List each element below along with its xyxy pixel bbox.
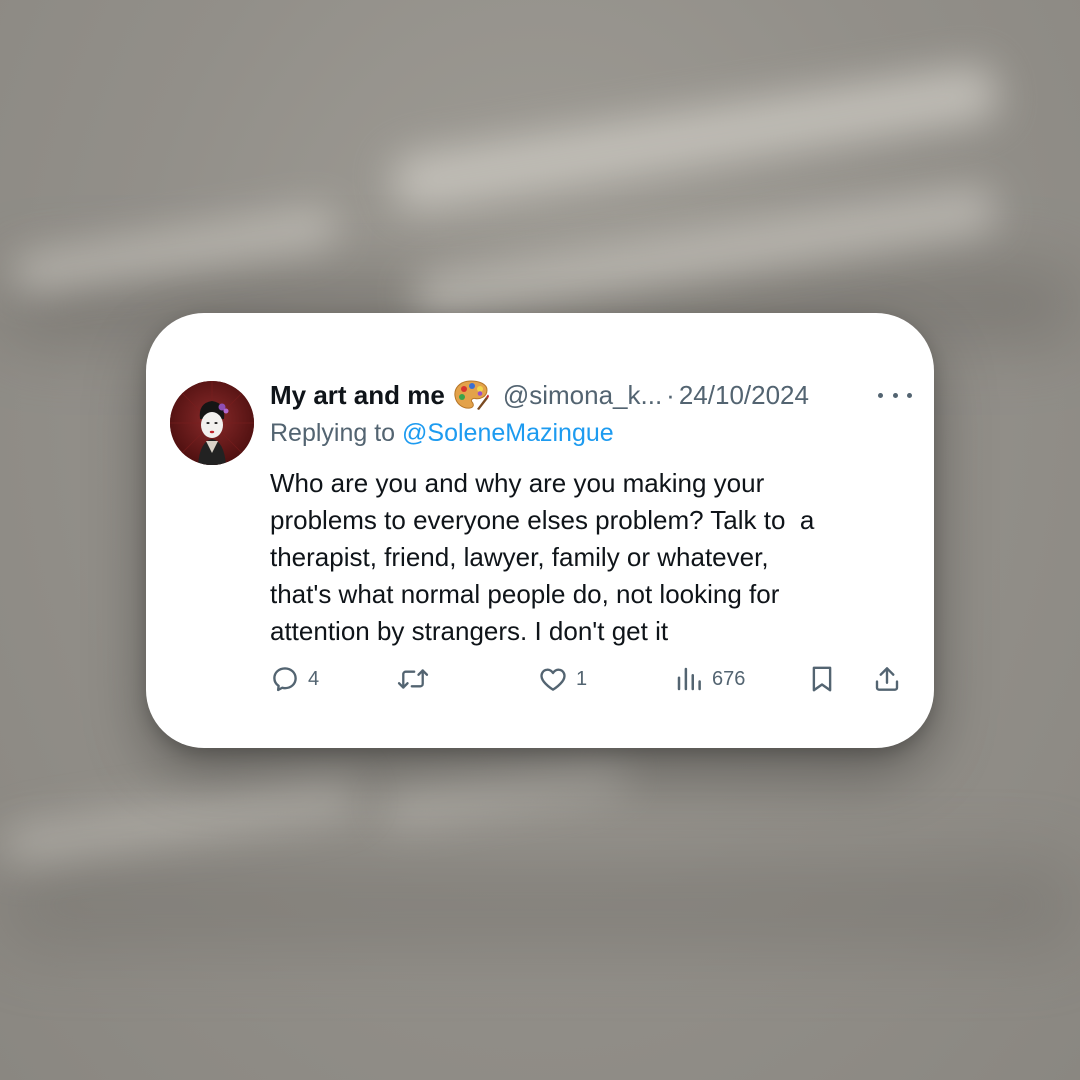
replying-to-label: Replying to xyxy=(270,419,396,447)
header-separator: · xyxy=(666,379,675,410)
views-button[interactable]: 676 xyxy=(674,661,745,697)
repost-button[interactable] xyxy=(396,661,438,697)
replying-to: Replying to @SoleneMazingue xyxy=(270,419,614,448)
share-button[interactable] xyxy=(872,661,902,697)
bookmark-icon xyxy=(812,666,832,692)
bookmark-button[interactable] xyxy=(807,661,837,697)
avatar[interactable] xyxy=(170,381,254,465)
like-button[interactable]: 1 xyxy=(538,661,587,697)
tweet-text-line: therapist, friend, lawyer, family or wha… xyxy=(270,542,769,572)
view-count: 676 xyxy=(712,667,746,690)
tweet-date[interactable]: 24/10/2024 xyxy=(679,380,809,411)
tweet-text-line: that's what normal people do, not lookin… xyxy=(270,579,780,609)
tweet-text-line: attention by strangers. I don't get it xyxy=(270,616,669,646)
reply-icon xyxy=(273,667,297,692)
share-icon xyxy=(875,667,899,691)
tweet-text: Who are you and why are you making your … xyxy=(270,465,890,650)
display-name[interactable]: My art and me xyxy=(270,380,445,411)
tweet-text-line: Who are you and why are you making your xyxy=(270,468,765,498)
tweet-text-line: problems to everyone elses problem? Talk… xyxy=(270,505,815,535)
tweet-actions: 4 1 676 xyxy=(270,661,910,697)
tweet-card: My art and me @simona_k... · 24/10/2024 … xyxy=(146,313,934,748)
reply-count: 4 xyxy=(308,667,320,690)
more-icon[interactable] xyxy=(878,383,912,407)
palette-emoji-icon xyxy=(453,379,489,411)
replying-to-handle-link[interactable]: @SoleneMazingue xyxy=(402,419,614,447)
repost-icon xyxy=(397,669,429,689)
user-handle[interactable]: @simona_k... xyxy=(503,380,662,411)
heart-icon xyxy=(540,668,566,691)
reply-button[interactable]: 4 xyxy=(270,661,319,697)
tweet-header: My art and me @simona_k... · 24/10/2024 xyxy=(270,375,910,415)
like-count: 1 xyxy=(576,667,588,690)
views-icon xyxy=(677,667,701,691)
